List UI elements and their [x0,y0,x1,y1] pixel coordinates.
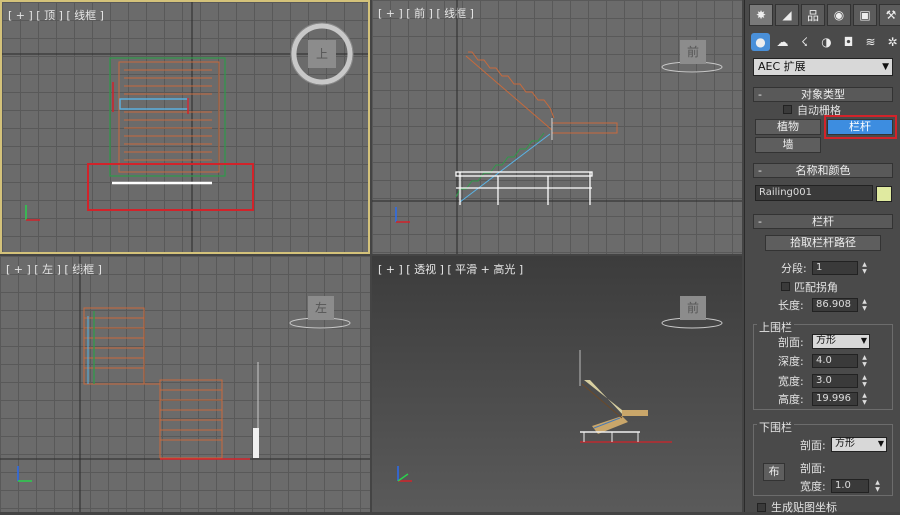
highlight-railing-button [824,115,897,139]
top-rail-profile-value: 方形 [816,335,836,346]
rollout-railing-title: 栏杆 [812,215,834,228]
top-rail-height-label: 高度: [778,393,804,406]
stair-left [83,307,259,460]
match-corners-label: 匹配拐角 [794,281,838,294]
axis-gizmo-top [25,205,40,221]
plant-button[interactable]: 植物 [755,119,821,135]
viewport-front[interactable]: [ + ] [ 前 ] [ 线框 ] 前 [372,0,742,254]
viewport-top[interactable]: [ + ] [ 顶 ] [ 线框 ] 上 [0,0,370,254]
stair-perspective [579,350,672,443]
cameras-icon[interactable]: ◑ [817,33,836,51]
lights-icon[interactable]: ☇ [795,33,814,51]
highlight-railing-top [87,163,254,211]
lower-rail-profile-dropdown[interactable]: 方形 ▼ [831,437,887,452]
chevron-down-icon: ▼ [877,439,884,448]
lower-rail-spacing-button[interactable]: 布 [763,463,785,481]
viewcube-top[interactable]: 上 [308,40,336,68]
length-spinner[interactable]: ▲ ▼ [860,298,869,312]
gen-mapping-label: 生成贴图坐标 [771,501,837,514]
viewport-perspective-scene [397,317,723,482]
helpers-icon[interactable]: ◘ [839,33,858,51]
viewcube-perspective[interactable]: 前 [680,296,706,320]
top-rail-title: 上围栏 [757,319,794,335]
display-icon[interactable]: ▣ [853,4,877,26]
object-name-field[interactable]: Railing001 [755,185,873,201]
lower-rail-width-spinner[interactable]: ▲ ▼ [873,479,882,493]
lower-rail-width-label: 宽度: [800,480,826,493]
systems-icon[interactable]: ✲ [883,33,900,51]
lower-rail-profile-value: 方形 [835,438,855,449]
railing-left [253,428,259,458]
lower-rail-spacing-label: 布 [768,465,780,478]
rollout-name-color[interactable]: - 名称和颜色 [753,163,893,178]
shapes-icon[interactable]: ☁ [773,33,792,51]
auto-grid-checkbox[interactable] [783,105,792,114]
modify-icon[interactable]: ◢ [775,4,799,26]
viewport-perspective[interactable]: [ + ] [ 透视 ] [ 平滑 + 高光 ] 前 [372,256,742,512]
spacewarps-icon[interactable]: ≋ [861,33,880,51]
viewport-front-scene [372,0,742,254]
object-color-swatch[interactable] [876,186,892,202]
viewcube-left[interactable]: 左 [308,296,334,320]
top-rail-depth-label: 深度: [778,355,804,368]
category-dropdown[interactable]: AEC 扩展 ▼ [753,58,893,76]
top-rail-depth-spinner[interactable]: ▲ ▼ [860,354,869,368]
lower-rail-width-field[interactable]: 1.0 [831,479,869,493]
stair-front [455,51,618,203]
gen-mapping-checkbox[interactable] [757,503,766,512]
create-subtabs: ● ☁ ☇ ◑ ◘ ≋ ✲ [751,33,900,51]
segments-spinner[interactable]: ▲ ▼ [860,261,869,275]
match-corners-checkbox[interactable] [781,282,790,291]
viewport-left[interactable]: [ + ] [ 左 ] [ 线框 ] 左 [0,256,370,512]
top-rail-width-spinner[interactable]: ▲ ▼ [860,374,869,388]
lower-rail-profile2-label: 剖面: [800,462,826,475]
stair-plan-top [109,57,226,177]
top-rail-width-label: 宽度: [778,375,804,388]
create-icon[interactable]: ✸ [749,4,773,26]
axis-gizmo-persp [397,466,412,482]
railing-front [455,171,593,205]
lower-rail-profile-label: 剖面: [800,439,826,452]
geometry-icon[interactable]: ● [751,33,770,51]
hierarchy-icon[interactable]: 品 [801,4,825,26]
pick-railing-path-button[interactable]: 拾取栏杆路径 [765,235,881,251]
segments-label: 分段: [781,262,807,275]
length-label: 长度: [778,299,804,312]
utilities-icon[interactable]: ⚒ [879,4,900,26]
chevron-down-icon: ▼ [860,336,867,345]
top-rail-profile-dropdown[interactable]: 方形 ▼ [812,334,870,349]
top-rail-width-field[interactable]: 3.0 [812,374,858,388]
panel-tabs: ✸ ◢ 品 ◉ ▣ ⚒ [749,4,900,26]
top-rail-height-field[interactable]: 19.996 [812,392,858,406]
axis-gizmo-left [17,466,32,482]
rollout-name-color-title: 名称和颜色 [795,164,851,177]
wall-button[interactable]: 墙 [755,137,821,153]
viewport-left-scene [0,256,370,512]
chevron-down-icon: ▼ [882,62,889,72]
lower-rail-title: 下围栏 [757,419,794,435]
top-rail-profile-label: 剖面: [778,336,804,349]
axis-gizmo-front [395,207,410,223]
motion-icon[interactable]: ◉ [827,4,851,26]
segments-field[interactable]: 1 [812,261,858,275]
rollout-railing[interactable]: - 栏杆 [753,214,893,229]
rollout-object-type[interactable]: - 对象类型 [753,87,893,102]
category-value: AEC 扩展 [758,60,806,73]
length-field[interactable]: 86.908 [812,298,858,312]
command-panel: ✸ ◢ 品 ◉ ▣ ⚒ ● ☁ ☇ ◑ ◘ ≋ ✲ AEC 扩展 ▼ - 对象类型 … [744,0,900,514]
top-rail-height-spinner[interactable]: ▲ ▼ [860,392,869,406]
viewcube-front[interactable]: 前 [680,40,706,64]
top-rail-depth-field[interactable]: 4.0 [812,354,858,368]
rollout-object-type-title: 对象类型 [801,88,845,101]
